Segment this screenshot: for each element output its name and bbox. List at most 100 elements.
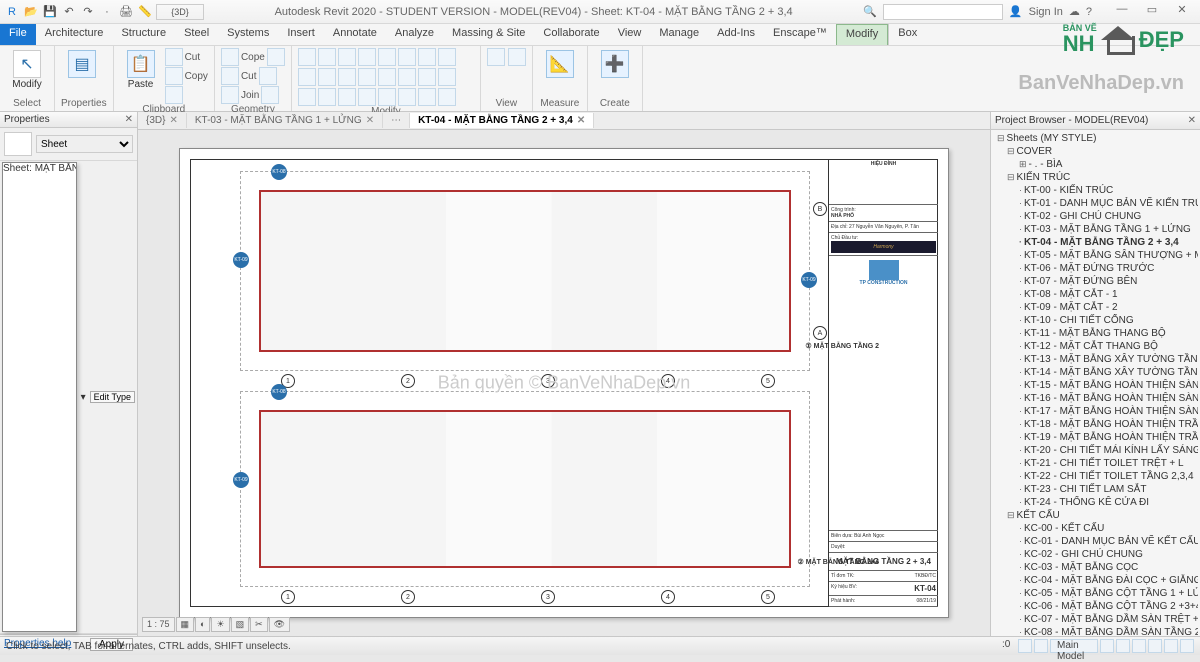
scale-control[interactable]: 1 : 75 — [142, 617, 175, 632]
tab-close-icon[interactable]: ✕ — [577, 115, 585, 126]
tree-node[interactable]: ·KT-06 - MẶT ĐỨNG TRƯỚC — [993, 262, 1198, 275]
tree-node[interactable]: ·KT-15 - MẶT BẰNG HOÀN THIỆN SÀN TRỆT + … — [993, 379, 1198, 392]
shadows-icon[interactable]: ▧ — [231, 617, 250, 632]
qat-view-combo[interactable]: {3D} — [156, 4, 204, 20]
cut-icon[interactable] — [165, 48, 183, 66]
detail-level-icon[interactable]: ▦ — [176, 617, 195, 632]
tree-node[interactable]: ·KT-04 - MẶT BẰNG TẦNG 2 + 3,4 — [993, 236, 1198, 249]
tree-node[interactable]: ·KT-16 - MẶT BẰNG HOÀN THIỆN SÀN TẦNG 2, — [993, 392, 1198, 405]
tab-massingsite[interactable]: Massing & Site — [443, 24, 534, 45]
view-icon1[interactable] — [487, 48, 505, 66]
rotate-icon[interactable] — [338, 48, 356, 66]
save-icon[interactable]: 💾 — [42, 4, 58, 20]
tree-node[interactable]: ·KT-07 - MẶT ĐỨNG BÊN — [993, 275, 1198, 288]
tree-node[interactable]: ·KC-01 - DANH MỤC BẢN VẼ KẾT CẤU — [993, 535, 1198, 548]
modify-tool-button[interactable]: ↖Modify — [6, 48, 48, 90]
trim-icon[interactable] — [358, 48, 376, 66]
split-icon[interactable] — [378, 48, 396, 66]
align-icon[interactable] — [398, 48, 416, 66]
edit-type-button[interactable]: Edit Type — [90, 391, 135, 403]
tab-enscape[interactable]: Enscape™ — [764, 24, 836, 45]
floorplan-1[interactable]: KT-08 KT-09 KT-09 1 2 3 4 5 B A ① MẶT BẰ… — [240, 171, 810, 371]
minimize-button[interactable]: — — [1108, 3, 1136, 21]
measure-icon[interactable]: 📏 — [137, 4, 153, 20]
help-icon[interactable]: ? — [1086, 6, 1092, 18]
tree-node[interactable]: ·KT-21 - CHI TIẾT TOILET TRỆT + L — [993, 457, 1198, 470]
tree-node[interactable]: ·KC-06 - MẶT BẰNG CỘT TẦNG 2 +3+4+SÂN TH — [993, 600, 1198, 613]
tree-node[interactable]: ·KC-04 - MẶT BẰNG ĐÀI CỌC + GIẰNG MÓNG — [993, 574, 1198, 587]
tree-node[interactable]: ·KC-05 - MẶT BẰNG CỘT TẦNG 1 + LỬNG — [993, 587, 1198, 600]
redo-icon[interactable]: ↷ — [80, 4, 96, 20]
properties-button[interactable]: ▤ — [61, 48, 103, 79]
filter-dropdown-icon[interactable]: ▾ — [81, 392, 86, 403]
tree-node[interactable]: ·KT-17 - MẶT BẰNG HOÀN THIỆN SÀN TUM — [993, 405, 1198, 418]
tree-node[interactable]: ·KT-00 - KIẾN TRÚC — [993, 184, 1198, 197]
open-icon[interactable]: 📂 — [23, 4, 39, 20]
tree-node[interactable]: ⊞- . - BÌA — [993, 158, 1198, 171]
tree-node[interactable]: ·KT-20 - CHI TIẾT MÁI KÍNH LẤY SÁNG — [993, 444, 1198, 457]
floorplan-2[interactable]: KT-08 KT-09 1 2 3 4 5 ② MẶT BẰNG TẦNG 2+… — [240, 391, 810, 587]
tab-systems[interactable]: Systems — [218, 24, 278, 45]
view-tab-3d[interactable]: {3D}✕ — [138, 113, 187, 128]
visual-style-icon[interactable]: ◐ — [195, 617, 210, 632]
mirror-icon[interactable] — [438, 48, 456, 66]
tree-node[interactable]: ·KC-02 - GHI CHÚ CHUNG — [993, 548, 1198, 561]
tree-node[interactable]: ⊟KẾT CẤU — [993, 509, 1198, 522]
sign-in-link[interactable]: Sign In — [1029, 6, 1063, 18]
matchtype-icon[interactable] — [165, 86, 183, 104]
section-marker[interactable]: KT-09 — [233, 472, 249, 488]
section-marker[interactable]: KT-09 — [801, 272, 817, 288]
tree-node[interactable]: ·KT-13 - MẶT BẰNG XÂY TƯỜNG TẦNG TRỆT + … — [993, 353, 1198, 366]
tree-node[interactable]: ·KT-18 - MẶT BẰNG HOÀN THIỆN TRẦN TẦNG 1 — [993, 418, 1198, 431]
view-icon2[interactable] — [508, 48, 526, 66]
sun-path-icon[interactable]: ☀ — [211, 617, 229, 632]
tab-manage[interactable]: Manage — [650, 24, 708, 45]
tab-close-icon[interactable]: ✕ — [169, 115, 177, 126]
join-icon[interactable] — [221, 86, 239, 104]
measure-button[interactable]: 📐 — [539, 48, 581, 78]
tree-node[interactable]: ·KT-05 - MẶT BẰNG SÂN THƯỢNG + MÁI TUM — [993, 249, 1198, 262]
tab-architecture[interactable]: Architecture — [36, 24, 113, 45]
title-block[interactable]: HIỆU ĐÍNH Công trình:NHÀ PHỐ Địa chỉ: 27… — [828, 159, 938, 607]
tab-close-icon[interactable]: ✕ — [366, 115, 374, 126]
create-button[interactable]: ➕ — [594, 48, 636, 78]
tree-node[interactable]: ·KT-12 - MẶT CẮT THANG BỘ — [993, 340, 1198, 353]
tree-node[interactable]: ·KT-02 - GHI CHÚ CHUNG — [993, 210, 1198, 223]
tree-node[interactable]: ·KC-08 - MẶT BẰNG DẦM SÀN TẦNG 2,3,4, SÂ… — [993, 626, 1198, 636]
tree-node[interactable]: ·KT-10 - CHI TIẾT CỔNG — [993, 314, 1198, 327]
tab-collaborate[interactable]: Collaborate — [534, 24, 608, 45]
tree-node[interactable]: ·KC-03 - MẶT BẰNG CỌC — [993, 561, 1198, 574]
instance-filter[interactable]: Sheet: MẶT BẰNG TẦ — [2, 162, 77, 632]
cloud-icon[interactable]: ☁ — [1069, 5, 1080, 18]
search-icon[interactable]: 🔍 — [863, 5, 877, 18]
tab-addins[interactable]: Add-Ins — [708, 24, 764, 45]
tab-view[interactable]: View — [609, 24, 651, 45]
crop-icon[interactable]: ✂ — [250, 617, 268, 632]
sheet-viewport[interactable]: Bản quyền © BanVeNhaDep.vn KT-08 KT-09 K… — [138, 130, 990, 636]
cope-icon[interactable] — [221, 48, 239, 66]
tab-box[interactable]: Box — [888, 24, 926, 45]
tree-node[interactable]: ·KT-08 - MẶT CẮT - 1 — [993, 288, 1198, 301]
copy-icon[interactable] — [165, 67, 183, 85]
tab-file[interactable]: File — [0, 24, 36, 45]
section-marker[interactable]: KT-08 — [271, 384, 287, 400]
tab-modify[interactable]: Modify — [836, 24, 888, 45]
search-input[interactable] — [883, 4, 1003, 20]
tab-analyze[interactable]: Analyze — [386, 24, 443, 45]
tab-structure[interactable]: Structure — [112, 24, 175, 45]
hidden-icon[interactable]: 👁 — [269, 617, 290, 632]
tab-annotate[interactable]: Annotate — [324, 24, 386, 45]
tree-node[interactable]: ⊟Sheets (MY STYLE) — [993, 132, 1198, 145]
type-selector[interactable]: Sheet — [36, 135, 133, 153]
tree-node[interactable]: ·KT-01 - DANH MỤC BẢN VẼ KIẾN TRÚC — [993, 197, 1198, 210]
tree-node[interactable]: ·KT-03 - MẶT BẰNG TẦNG 1 + LỬNG — [993, 223, 1198, 236]
paste-button[interactable]: 📋Paste — [120, 48, 162, 90]
offset-icon[interactable] — [418, 48, 436, 66]
view-tab-kt03[interactable]: KT-03 - MẶT BẰNG TẦNG 1 + LỬNG✕ — [187, 113, 383, 128]
tree-node[interactable]: ⊟COVER — [993, 145, 1198, 158]
browser-close-icon[interactable]: ✕ — [1188, 115, 1196, 126]
maximize-button[interactable]: ▭ — [1138, 3, 1166, 21]
user-icon[interactable]: 👤 — [1009, 5, 1023, 18]
tree-node[interactable]: ⊟KIẾN TRÚC — [993, 171, 1198, 184]
browser-tree[interactable]: ⊟Sheets (MY STYLE)⊟COVER⊞- . - BÌA⊟KIẾN … — [991, 130, 1200, 636]
